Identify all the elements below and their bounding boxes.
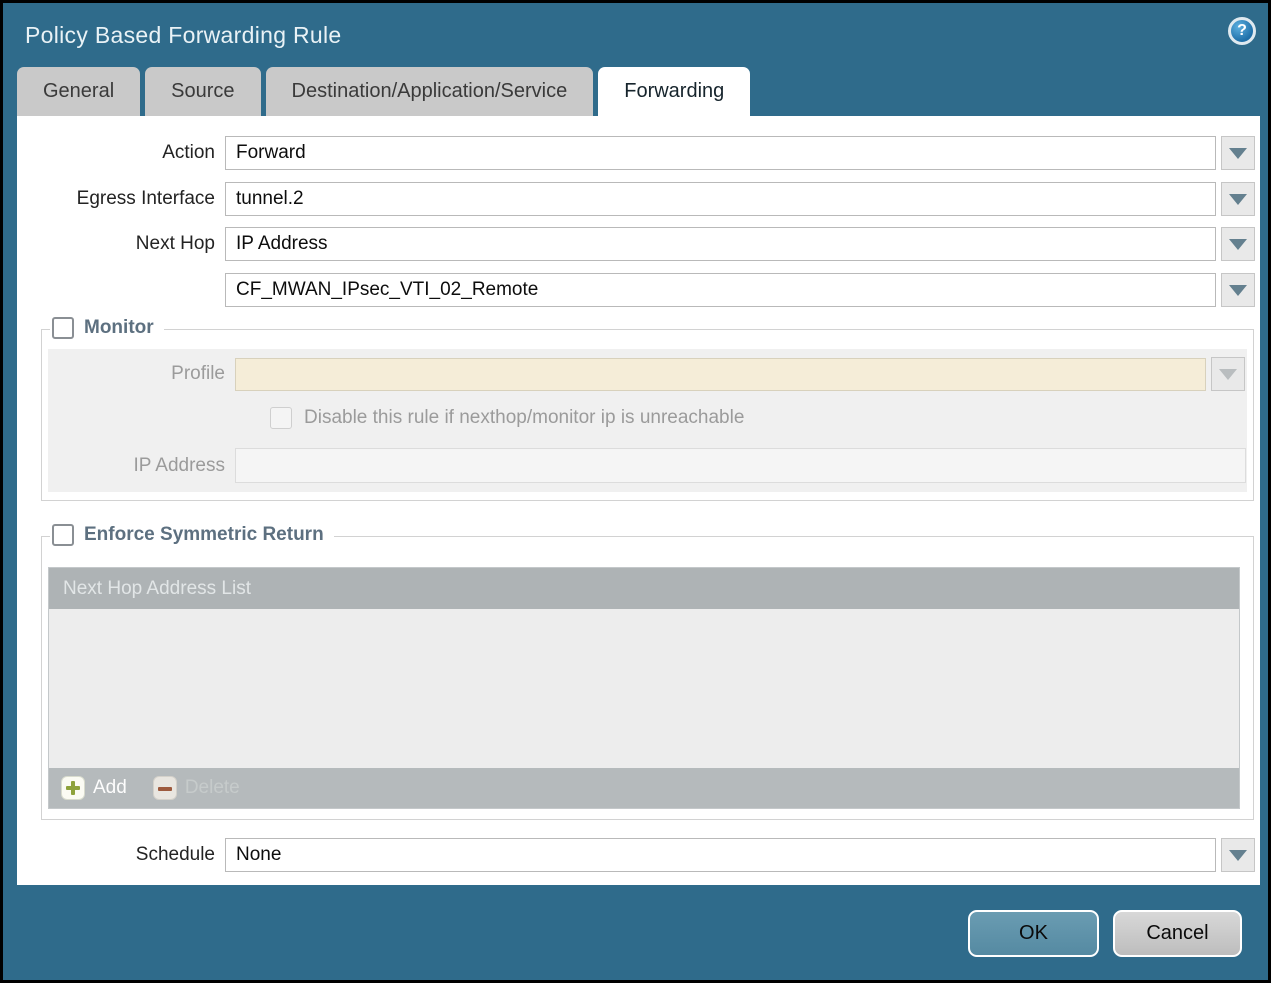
next-hop-row: Next Hop [17,227,1260,261]
monitor-legend: Monitor [50,317,164,339]
delete-button-label: Delete [185,777,240,799]
next-hop-type-input[interactable] [225,227,1216,261]
action-label: Action [17,142,215,164]
next-hop-address-row [17,273,1260,307]
egress-interface-dropdown-button[interactable] [1221,182,1255,216]
chevron-down-icon [1229,194,1247,205]
next-hop-address-input[interactable] [225,273,1216,307]
chevron-down-icon [1219,369,1237,380]
symmetric-return-fieldset: Enforce Symmetric Return Next Hop Addres… [41,536,1254,820]
next-hop-address-list-body[interactable] [49,609,1239,768]
chevron-down-icon [1229,148,1247,159]
dialog-window: Policy Based Forwarding Rule ? General S… [3,3,1268,980]
dialog-footer: OK Cancel [3,885,1268,980]
monitor-ip-input [235,448,1246,483]
tab-forwarding[interactable]: Forwarding [598,67,750,116]
action-dropdown-button[interactable] [1221,136,1255,170]
profile-label: Profile [48,363,225,385]
title-bar: Policy Based Forwarding Rule ? [3,3,1268,67]
disable-rule-label: Disable this rule if nexthop/monitor ip … [304,407,744,429]
disable-rule-row: Disable this rule if nexthop/monitor ip … [270,407,1247,429]
minus-icon [153,776,177,800]
monitor-ip-label: IP Address [48,455,225,477]
egress-interface-row: Egress Interface [17,182,1260,216]
tab-general[interactable]: General [17,67,140,116]
tab-content: Action Egress Interface Next Hop [17,116,1260,885]
next-hop-label: Next Hop [17,233,215,255]
monitor-panel: Profile Disable this rule if nexthop/mon… [48,349,1247,492]
schedule-dropdown-button[interactable] [1221,838,1255,872]
schedule-label: Schedule [17,844,215,866]
monitor-legend-label: Monitor [84,317,154,339]
chevron-down-icon [1229,850,1247,861]
symmetric-return-legend-label: Enforce Symmetric Return [84,524,324,546]
schedule-input[interactable] [225,838,1216,872]
monitor-ip-row: IP Address [48,448,1247,483]
action-row: Action [17,136,1260,170]
monitor-checkbox[interactable] [52,317,74,339]
next-hop-address-dropdown-button[interactable] [1221,273,1255,307]
help-icon[interactable]: ? [1228,17,1256,45]
symmetric-return-checkbox[interactable] [52,524,74,546]
next-hop-address-table: Next Hop Address List Add Delete [48,567,1240,809]
add-button[interactable]: Add [61,776,127,800]
egress-interface-input[interactable] [225,182,1216,216]
tab-bar: General Source Destination/Application/S… [3,67,1268,116]
egress-interface-label: Egress Interface [17,188,215,210]
cancel-button[interactable]: Cancel [1113,910,1242,957]
add-button-label: Add [93,777,127,799]
chevron-down-icon [1229,239,1247,250]
profile-input [235,358,1206,391]
profile-row: Profile [48,357,1247,391]
tab-destination-application-service[interactable]: Destination/Application/Service [266,67,594,116]
chevron-down-icon [1229,285,1247,296]
monitor-fieldset: Monitor Profile Disable this rule if nex… [41,329,1254,501]
delete-button: Delete [153,776,240,800]
tab-source[interactable]: Source [145,67,260,116]
action-input[interactable] [225,136,1216,170]
schedule-row: Schedule [17,838,1260,872]
next-hop-type-dropdown-button[interactable] [1221,227,1255,261]
next-hop-address-list-toolbar: Add Delete [49,768,1239,808]
ok-button[interactable]: OK [968,910,1099,957]
profile-dropdown-button [1211,357,1245,391]
next-hop-address-list-header: Next Hop Address List [49,568,1239,609]
symmetric-return-legend: Enforce Symmetric Return [50,524,334,546]
plus-icon [61,776,85,800]
dialog-title: Policy Based Forwarding Rule [25,22,342,49]
disable-rule-checkbox [270,407,292,429]
